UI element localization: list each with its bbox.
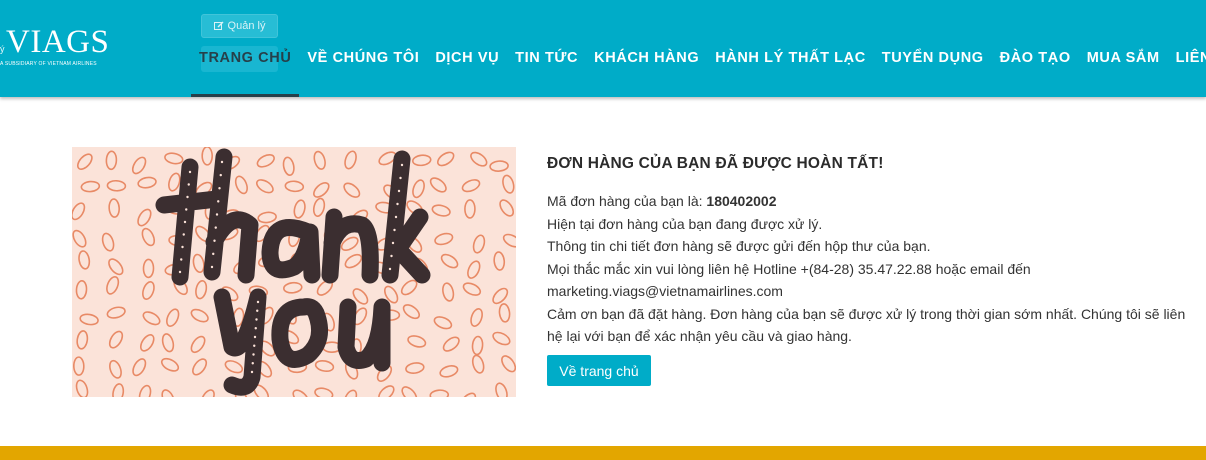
logo-tagline: A SUBSIDIARY OF VIETNAM AIRLINES bbox=[0, 61, 97, 67]
letter-dot bbox=[396, 202, 399, 206]
letter-dot bbox=[253, 335, 257, 339]
letter-dot bbox=[186, 195, 189, 199]
nav-training[interactable]: ĐÀO TẠO bbox=[1000, 48, 1071, 68]
admin-label: Quản lý bbox=[227, 20, 266, 32]
order-number-line: Mã đơn hàng của bạn là: 180402002 bbox=[547, 190, 1187, 213]
footer-bar bbox=[0, 446, 1206, 460]
letter-dot bbox=[256, 309, 259, 312]
letter-dot bbox=[391, 241, 395, 245]
letter-dot bbox=[390, 254, 393, 258]
letter-dot bbox=[188, 170, 192, 174]
nav-customers[interactable]: KHÁCH HÀNG bbox=[594, 48, 699, 68]
letter-dot bbox=[210, 265, 214, 269]
order-number: 180402002 bbox=[706, 193, 777, 209]
processing-text: Hiện tại đơn hàng của bạn đang được xử l… bbox=[547, 215, 823, 232]
nav-news[interactable]: TIN TỨC bbox=[515, 48, 578, 68]
letter-dot bbox=[217, 200, 220, 203]
nav-services[interactable]: DỊCH VỤ bbox=[435, 48, 499, 68]
letter-dot bbox=[399, 176, 402, 180]
nav-home[interactable]: TRANG CHỦ bbox=[199, 48, 291, 68]
logo-fragment: ý bbox=[0, 44, 5, 54]
nav-lost-baggage[interactable]: HÀNH LÝ THẤT LẠC bbox=[715, 48, 866, 68]
thanks-text: Cảm ơn bạn đã đặt hàng. Đơn hàng của bạn… bbox=[547, 305, 1186, 345]
edit-icon bbox=[213, 21, 224, 30]
letter-dot bbox=[219, 173, 222, 177]
nav-careers[interactable]: TUYỂN DỤNG bbox=[882, 48, 984, 68]
letter-dot bbox=[183, 220, 187, 224]
email-info-text: Thông tin chi tiết đơn hàng sẽ được gửi … bbox=[547, 238, 931, 254]
letter-dot bbox=[218, 187, 221, 190]
letter-dot bbox=[181, 245, 184, 249]
order-confirmation: ĐƠN HÀNG CỦA BẠN ĐÃ ĐƯỢC HOÀN TẤT! Mã đơ… bbox=[547, 155, 1187, 386]
letter-dot bbox=[178, 270, 182, 274]
letter-dot bbox=[252, 353, 255, 356]
order-number-label: Mã đơn hàng của bạn là: bbox=[547, 193, 707, 209]
active-nav-indicator bbox=[191, 94, 299, 97]
letter-dot bbox=[394, 215, 398, 219]
letter-dot bbox=[393, 228, 396, 232]
confirmation-title: ĐƠN HÀNG CỦA BẠN ĐÃ ĐƯỢC HOÀN TẤT! bbox=[547, 155, 884, 172]
letter-dot bbox=[397, 189, 401, 193]
letter-dot bbox=[185, 208, 188, 211]
main-nav: TRANG CHỦ VỀ CHÚNG TÔI DỊCH VỤ TIN TỨC K… bbox=[199, 48, 1206, 68]
logo-text: VIAGS bbox=[6, 24, 110, 60]
letter-dot bbox=[215, 213, 219, 216]
back-home-button[interactable]: Về trang chủ bbox=[547, 355, 651, 386]
nav-about[interactable]: VỀ CHÚNG TÔI bbox=[307, 48, 419, 68]
admin-button[interactable]: Quản lý bbox=[201, 14, 278, 38]
letter-dot bbox=[388, 267, 392, 271]
letter-dot bbox=[212, 252, 215, 256]
contact-text: Mọi thắc mắc xin vui lòng liên hệ Hotlin… bbox=[547, 260, 1031, 300]
letter-dot bbox=[253, 344, 256, 347]
letter-dot bbox=[255, 318, 258, 321]
letter-dot bbox=[182, 233, 185, 236]
letter-dot bbox=[214, 226, 217, 229]
letter-dot bbox=[213, 239, 216, 242]
letter-dot bbox=[256, 300, 260, 304]
viags-logo[interactable]: ý VIAGS A SUBSIDIARY OF VIETNAM AIRLINES bbox=[0, 24, 110, 68]
letter-dot bbox=[254, 327, 257, 330]
nav-shopping[interactable]: MUA SẮM bbox=[1087, 48, 1160, 68]
letter-dot bbox=[400, 163, 404, 167]
letter-dot bbox=[251, 362, 254, 365]
letter-dot bbox=[220, 160, 224, 164]
letter-dot bbox=[250, 370, 254, 374]
letter-dot bbox=[180, 258, 183, 261]
letter-dot bbox=[187, 183, 190, 186]
site-header: ý VIAGS A SUBSIDIARY OF VIETNAM AIRLINES… bbox=[0, 0, 1206, 97]
nav-contact[interactable]: LIÊN HỆ bbox=[1176, 48, 1206, 68]
thank-you-image bbox=[72, 147, 516, 397]
